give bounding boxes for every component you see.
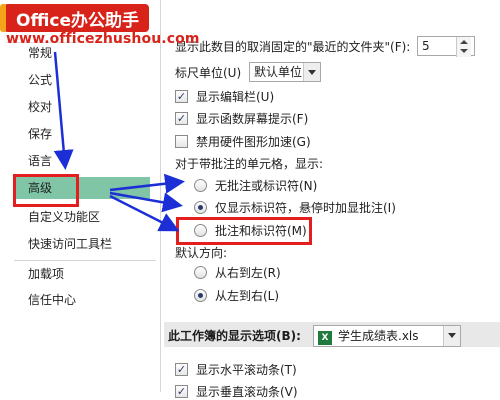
arrow-to-advanced xyxy=(53,51,74,170)
watermark-logo: Office办公助手 xyxy=(0,4,150,32)
arrow-to-no-comments xyxy=(109,173,185,194)
watermark-bar xyxy=(0,4,6,32)
watermark-url: www.officezhushou.com xyxy=(6,31,200,47)
arrow-to-indicators-only xyxy=(109,191,183,213)
annotation-arrows xyxy=(53,51,185,232)
watermark-title: Office办公助手 xyxy=(16,10,140,31)
arrow-to-comments-and-indicators xyxy=(109,194,180,232)
